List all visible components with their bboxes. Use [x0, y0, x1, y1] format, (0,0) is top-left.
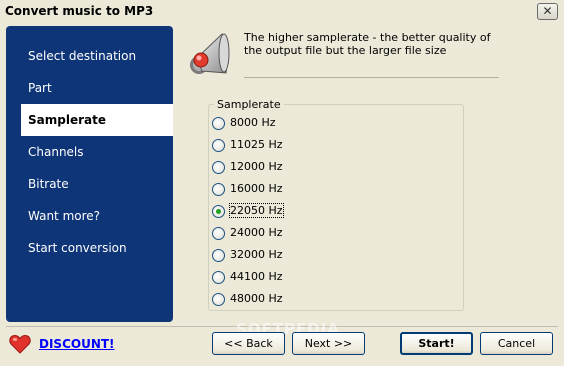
radio-button[interactable] — [212, 249, 225, 262]
sidebar-item-select-destination[interactable]: Select destination — [6, 40, 173, 72]
radio-label[interactable]: 12000 Hz — [230, 160, 283, 173]
heart-icon — [9, 334, 31, 354]
description-divider — [244, 77, 499, 78]
discount-link[interactable]: DISCOUNT! — [39, 337, 115, 351]
cancel-button[interactable]: Cancel — [480, 332, 553, 355]
sidebar-item-want-more[interactable]: Want more? — [6, 200, 173, 232]
radio-label[interactable]: 16000 Hz — [230, 182, 283, 195]
back-button[interactable]: << Back — [212, 332, 285, 355]
radio-button[interactable] — [212, 227, 225, 240]
radio-button-selected[interactable] — [212, 205, 225, 218]
samplerate-group-title: Samplerate — [214, 98, 284, 111]
radio-selected-dot — [216, 209, 221, 214]
radio-label[interactable]: 24000 Hz — [230, 226, 283, 239]
sidebar-item-bitrate[interactable]: Bitrate — [6, 168, 173, 200]
close-button[interactable]: ✕ — [537, 3, 558, 20]
title-bar: Convert music to MP3 ✕ — [0, 0, 564, 22]
window-title: Convert music to MP3 — [5, 4, 154, 18]
sidebar-item-samplerate[interactable]: Samplerate — [21, 104, 173, 136]
sidebar-item-channels[interactable]: Channels — [6, 136, 173, 168]
sidebar-item-start-conversion[interactable]: Start conversion — [6, 232, 173, 264]
start-button[interactable]: Start! — [400, 332, 473, 355]
next-button[interactable]: Next >> — [292, 332, 365, 355]
radio-label[interactable]: 44100 Hz — [230, 270, 283, 283]
radio-button[interactable] — [212, 161, 225, 174]
radio-label[interactable]: 32000 Hz — [230, 248, 283, 261]
wizard-sidebar: Select destination Part Samplerate Chann… — [6, 26, 173, 322]
radio-button[interactable] — [212, 293, 225, 306]
radio-button[interactable] — [212, 183, 225, 196]
radio-button[interactable] — [212, 139, 225, 152]
radio-button[interactable] — [212, 117, 225, 130]
radio-button[interactable] — [212, 271, 225, 284]
radio-label[interactable]: 11025 Hz — [230, 138, 283, 151]
close-icon: ✕ — [542, 4, 553, 18]
samplerate-description: The higher samplerate - the better quali… — [244, 31, 491, 57]
radio-label[interactable]: 8000 Hz — [230, 116, 276, 129]
speaker-icon — [190, 33, 230, 74]
radio-label[interactable]: 22050 Hz — [229, 203, 284, 218]
sidebar-item-part[interactable]: Part — [6, 72, 173, 104]
radio-label[interactable]: 48000 Hz — [230, 292, 283, 305]
